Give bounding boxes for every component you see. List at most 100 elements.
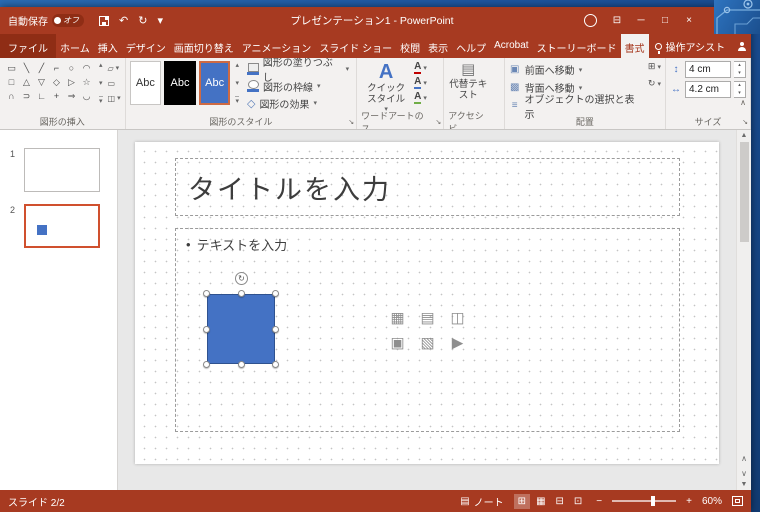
insert-video-icon[interactable]: ▶ bbox=[446, 332, 470, 354]
rotation-handle[interactable]: ↻ bbox=[235, 272, 248, 285]
collapse-ribbon-icon[interactable]: ∧ bbox=[740, 98, 746, 107]
shape-elbow-icon[interactable]: ⌐ bbox=[49, 61, 64, 75]
merge-shapes-button[interactable]: ◫ ▾ bbox=[108, 91, 121, 105]
tab-file[interactable]: ファイル bbox=[0, 34, 56, 58]
gallery-down-icon[interactable]: ▾ bbox=[99, 79, 103, 87]
resize-handle-sw[interactable] bbox=[203, 361, 210, 368]
shape-bracket-icon[interactable]: ⊃ bbox=[19, 89, 34, 103]
blue-square-shape[interactable] bbox=[207, 294, 275, 364]
tab-storyboard[interactable]: ストーリーボード bbox=[533, 34, 621, 58]
vertical-scrollbar[interactable]: ▲ ∧ ∨ ▼ bbox=[736, 130, 751, 490]
bring-forward-button[interactable]: ▣ 前面へ移動 ▾ bbox=[509, 61, 643, 78]
tab-view[interactable]: 表示 bbox=[424, 34, 452, 58]
shape-arc-icon[interactable]: ◠ bbox=[79, 61, 94, 75]
text-fill-button[interactable]: A ▾ bbox=[414, 61, 427, 74]
zoom-slider-thumb[interactable] bbox=[650, 496, 655, 506]
shape-style-preview-3-selected[interactable]: Abc bbox=[198, 61, 231, 105]
share-button[interactable] bbox=[731, 34, 753, 58]
shape-arc2-icon[interactable]: ∩ bbox=[4, 89, 19, 103]
quick-styles-button[interactable]: A クイック スタイル ▾ bbox=[361, 61, 411, 113]
tab-slideshow[interactable]: スライド ショー bbox=[315, 34, 396, 58]
ribbon-display-options-icon[interactable]: ⊟ bbox=[605, 15, 629, 26]
previous-slide-button[interactable]: ∧ bbox=[741, 451, 747, 466]
shape-gallery[interactable]: ▭ ╲ ╱ ⌐ ○ ◠ □ △ ▽ ◇ ▷ ☆ ∩ ⊃ ∟ + ⇒ ◡ bbox=[4, 61, 94, 103]
gallery-up-icon[interactable]: ▴ bbox=[99, 61, 103, 69]
shape-arc3-icon[interactable]: ◡ bbox=[79, 89, 94, 103]
shape-fill-button[interactable]: 図形の塗りつぶし ▾ bbox=[244, 58, 352, 84]
maximize-button[interactable]: □ bbox=[653, 15, 677, 26]
resize-handle-s[interactable] bbox=[237, 361, 245, 368]
tell-me-button[interactable]: 操作アシスト bbox=[649, 34, 732, 58]
zoom-in-button[interactable]: + bbox=[686, 496, 692, 507]
autosave-pill[interactable]: オフ bbox=[52, 14, 84, 27]
shape-square-icon[interactable]: □ bbox=[4, 75, 19, 89]
dialog-launcher-icon[interactable]: ↘ bbox=[742, 119, 748, 126]
shape-outline-button[interactable]: 図形の枠線 ▾ bbox=[244, 78, 352, 94]
notes-button[interactable]: ▤ ノート bbox=[460, 494, 503, 509]
shape-effects-button[interactable]: ◇ 図形の効果 ▾ bbox=[244, 95, 352, 111]
normal-view-button[interactable]: ⊞ bbox=[513, 493, 531, 509]
dialog-launcher-icon[interactable]: ↘ bbox=[435, 119, 441, 126]
resize-handle-w[interactable] bbox=[203, 325, 210, 333]
scrollbar-thumb[interactable] bbox=[739, 142, 749, 242]
height-stepper[interactable]: ▴ ▾ bbox=[733, 61, 746, 78]
shape-triangle-right-icon[interactable]: ▷ bbox=[64, 75, 79, 89]
minimize-button[interactable]: ─ bbox=[629, 15, 653, 26]
tab-help[interactable]: ヘルプ bbox=[452, 34, 490, 58]
tab-insert[interactable]: 挿入 bbox=[94, 34, 122, 58]
dialog-launcher-icon[interactable]: ↘ bbox=[348, 119, 354, 126]
resize-handle-se[interactable] bbox=[272, 361, 279, 368]
insert-chart-icon[interactable]: ▤ bbox=[416, 307, 440, 329]
shape-style-preview-1[interactable]: Abc bbox=[129, 61, 162, 105]
shape-height-input[interactable] bbox=[684, 61, 731, 78]
slide-sorter-view-button[interactable]: ▦ bbox=[532, 494, 549, 509]
close-button[interactable]: × bbox=[677, 15, 701, 26]
slide-thumbnail-1[interactable] bbox=[24, 148, 100, 192]
stepper-up-icon[interactable]: ▴ bbox=[734, 62, 745, 70]
shape-plus-icon[interactable]: + bbox=[49, 89, 64, 103]
fit-to-window-icon[interactable] bbox=[732, 496, 743, 506]
edit-shape-button[interactable]: ▱ ▾ bbox=[108, 61, 121, 75]
undo-button[interactable]: ↶ bbox=[119, 14, 128, 27]
resize-handle-e[interactable] bbox=[272, 325, 279, 333]
resize-handle-n[interactable] bbox=[237, 290, 245, 297]
stepper-up-icon[interactable]: ▴ bbox=[734, 82, 745, 90]
shape-triangle-icon[interactable]: △ bbox=[19, 75, 34, 89]
shape-star-icon[interactable]: ☆ bbox=[79, 75, 94, 89]
tab-animations[interactable]: アニメーション bbox=[238, 34, 316, 58]
rotate-objects-button[interactable]: ↻ ▾ bbox=[648, 78, 661, 89]
slide-thumbnail-row-1[interactable]: 1 bbox=[0, 144, 117, 200]
slide-thumbnail-row-2[interactable]: 2 bbox=[0, 200, 117, 256]
shape-oval-icon[interactable]: ○ bbox=[64, 61, 79, 75]
resize-handle-nw[interactable] bbox=[203, 290, 210, 297]
title-placeholder[interactable]: タイトルを入力 bbox=[175, 158, 680, 216]
shape-diamond-icon[interactable]: ◇ bbox=[49, 75, 64, 89]
tab-review[interactable]: 校閲 bbox=[396, 34, 424, 58]
slide-canvas[interactable]: タイトルを入力 • テキストを入力 ▦ ▤ ◫ ▣ ▧ ▶ ↻ bbox=[135, 142, 719, 464]
autosave-toggle[interactable]: 自動保存 オフ bbox=[8, 13, 84, 28]
alt-text-button[interactable]: ▤ 代替テキスト bbox=[448, 61, 488, 101]
zoom-level[interactable]: 60% bbox=[702, 496, 722, 507]
next-slide-button[interactable]: ∨ bbox=[741, 466, 747, 481]
stepper-down-icon[interactable]: ▾ bbox=[734, 90, 745, 98]
shape-width-input[interactable] bbox=[684, 81, 731, 98]
text-effects-button[interactable]: A ▾ bbox=[414, 91, 427, 104]
gallery-up-icon[interactable]: ▴ bbox=[235, 61, 239, 69]
slideshow-view-button[interactable]: ⊡ bbox=[570, 494, 586, 509]
gallery-more-icon[interactable]: ▾ bbox=[235, 96, 239, 105]
text-box-button[interactable]: ▭ bbox=[108, 76, 121, 90]
insert-online-picture-icon[interactable]: ▧ bbox=[416, 332, 440, 354]
zoom-out-button[interactable]: − bbox=[596, 496, 602, 507]
gallery-more-icon[interactable]: ▾ bbox=[99, 96, 103, 105]
tab-design[interactable]: デザイン bbox=[122, 34, 170, 58]
width-stepper[interactable]: ▴ ▾ bbox=[733, 81, 746, 98]
reading-view-button[interactable]: ⊟ bbox=[552, 494, 568, 509]
shape-angle-icon[interactable]: ∟ bbox=[34, 89, 49, 103]
scroll-down-icon[interactable]: ▼ bbox=[741, 481, 748, 488]
account-icon[interactable] bbox=[584, 14, 597, 27]
align-objects-button[interactable]: ⊞ ▾ bbox=[648, 61, 661, 72]
stepper-down-icon[interactable]: ▾ bbox=[734, 70, 745, 78]
scroll-up-icon[interactable]: ▲ bbox=[741, 132, 748, 139]
comments-button[interactable] bbox=[753, 34, 760, 58]
selection-pane-button[interactable]: ≡ オブジェクトの選択と表示 bbox=[509, 95, 643, 121]
